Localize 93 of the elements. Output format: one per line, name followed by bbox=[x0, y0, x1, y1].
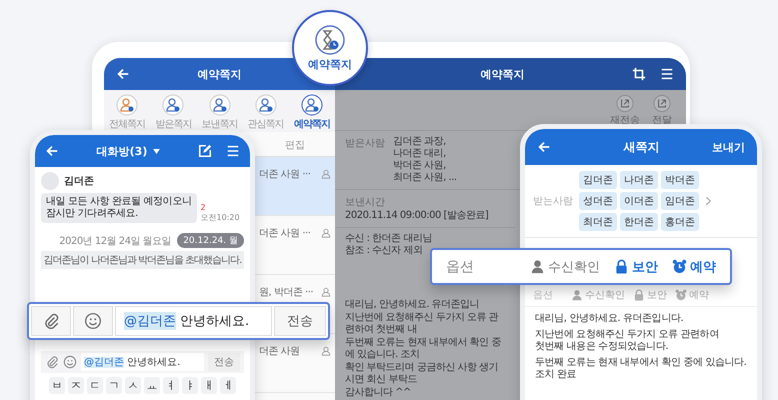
sender-name: 김더존 bbox=[64, 175, 94, 188]
keyboard-key[interactable]: ㅔ bbox=[220, 377, 236, 394]
tab[interactable]: 예약쪽지 bbox=[288, 92, 336, 130]
option-label[interactable]: 예약 bbox=[690, 258, 716, 276]
person-icon bbox=[321, 228, 331, 238]
share-icon[interactable] bbox=[652, 95, 672, 112]
row-text: 원, 박더존 ··· bbox=[259, 286, 314, 299]
row-text: 더존 사원 bbox=[259, 345, 300, 358]
recipient-chip[interactable]: 박더존 bbox=[661, 171, 699, 189]
screen-title: 새쪽지 bbox=[622, 138, 660, 156]
keyboard-key[interactable]: ㄷ bbox=[87, 377, 103, 394]
keyboard-key[interactable]: ㅈ bbox=[68, 377, 84, 394]
action-label: 전달 bbox=[652, 114, 672, 127]
body-paragraph: 두번째 오류는 현재 내부에서 확인 중에 있습니다. 조치 bbox=[345, 337, 502, 361]
screen-title: 예약쪽지 bbox=[480, 66, 526, 82]
smiley-icon bbox=[84, 312, 102, 330]
person-icon bbox=[321, 169, 331, 179]
body-paragraph: 지난번에 요청해주신 두가지 오류 관련하여 첫번째 내용은 수정되었습니다. bbox=[535, 329, 720, 353]
send-button[interactable]: 전송 bbox=[208, 353, 240, 371]
recipient-chip[interactable]: 성더존 bbox=[579, 192, 617, 210]
message-time: 오전10:20 bbox=[200, 212, 240, 223]
date-divider: 2020년 12월 24일 월요일 bbox=[59, 234, 172, 248]
send-button[interactable]: 전송 bbox=[274, 306, 326, 336]
to-line: 수신 : 한더존 대리님 bbox=[345, 233, 433, 245]
emoji-button[interactable] bbox=[73, 306, 113, 336]
body-paragraph: 대리님, 안녕하세요. 유더존입니 bbox=[345, 299, 480, 311]
unread-count: 2 bbox=[200, 203, 207, 212]
back-arrow-icon[interactable] bbox=[537, 140, 551, 154]
chat-title[interactable]: 대화방(3) bbox=[96, 144, 148, 158]
cc-line: 참조 : 수신자 제외 bbox=[345, 245, 424, 257]
keyboard-key[interactable]: ㅛ bbox=[144, 377, 160, 394]
body-paragraph: 확인 부탁드리며 궁금하신 사항 생기시면 회신 부탁드 bbox=[345, 362, 500, 386]
sent-time: 2020.11.14 09:00:00 [발송완료] bbox=[345, 210, 488, 222]
recipient-chip[interactable]: 김더존 bbox=[579, 171, 617, 189]
person-icon bbox=[162, 94, 184, 116]
options-label: 옵션 bbox=[446, 258, 474, 276]
person-icon bbox=[321, 346, 331, 356]
option-label[interactable]: 수신확인 bbox=[548, 258, 600, 276]
recipient-name: 박더존 사원, bbox=[393, 160, 447, 172]
smiley-icon[interactable] bbox=[63, 355, 77, 369]
body-paragraph: 감사합니다 ^^ bbox=[345, 387, 412, 399]
person-icon bbox=[300, 94, 323, 116]
field-label: 보낸시간 bbox=[345, 196, 385, 209]
option-label[interactable]: 보안 bbox=[632, 258, 658, 276]
back-arrow-icon[interactable] bbox=[116, 67, 130, 81]
recipient-chip[interactable]: 임더존 bbox=[661, 192, 699, 210]
attach-button[interactable] bbox=[31, 306, 71, 336]
body-paragraph: 지난번에 요청해주신 두가지 오류 관련하여 첫번째 내 bbox=[345, 312, 500, 336]
keyboard-key[interactable]: ㅑ bbox=[182, 377, 198, 394]
keyboard-key[interactable]: ㅕ bbox=[163, 377, 179, 394]
keyboard-key[interactable]: ㅂ bbox=[49, 377, 65, 394]
edit-icon[interactable] bbox=[198, 144, 212, 158]
row-text: 더존 사원 ··· bbox=[259, 227, 310, 240]
recipient-chip[interactable]: 최더존 bbox=[579, 213, 617, 231]
share-icon[interactable] bbox=[615, 95, 635, 112]
body-paragraph: 대리님, 안녕하세요. 유더존입니다. bbox=[535, 313, 684, 325]
body-paragraph: 두번째 오류는 현재 내부에서 확인 중에 있습니다. 조치 완료 bbox=[535, 357, 747, 381]
person-icon bbox=[208, 94, 230, 116]
message-input[interactable]: @김더존 안녕하세요. bbox=[115, 306, 272, 336]
field-label: 받은사람 bbox=[345, 137, 385, 151]
date-pill: 20.12.24. 월 bbox=[177, 233, 244, 248]
list-row[interactable]: 더존 사원 ··· bbox=[255, 157, 335, 216]
person-icon bbox=[116, 94, 138, 116]
message-input[interactable]: @김더존 안녕하세요. bbox=[81, 353, 204, 371]
caret-icon[interactable] bbox=[153, 148, 160, 154]
recipient-name: 나더존 대리, bbox=[393, 148, 447, 160]
menu-icon[interactable] bbox=[226, 144, 240, 158]
menu-icon[interactable] bbox=[660, 67, 674, 81]
badge-label: 예약쪽지 bbox=[308, 56, 352, 72]
system-notice: 김더존님이 나더존님과 박더존님을 초대했습니다. bbox=[41, 251, 244, 269]
options-label: 옵션 bbox=[533, 289, 553, 302]
recipient-chip[interactable]: 나더존 bbox=[620, 171, 658, 189]
crop-icon[interactable] bbox=[632, 67, 646, 81]
chevron-right-icon[interactable] bbox=[705, 196, 711, 206]
field-label: 받는사람 bbox=[533, 195, 573, 208]
screen-title: 예약쪽지 bbox=[196, 66, 242, 82]
recipient-chip[interactable]: 이더존 bbox=[620, 192, 658, 210]
back-arrow-icon[interactable] bbox=[45, 144, 59, 158]
keyboard-key[interactable]: ㅅ bbox=[125, 377, 141, 394]
recipient-chip[interactable]: 홍더존 bbox=[661, 213, 699, 231]
avatar-icon bbox=[41, 172, 59, 190]
keyboard-key[interactable]: ㄱ bbox=[106, 377, 122, 394]
person-icon bbox=[321, 287, 331, 297]
recipient-chip[interactable]: 한더존 bbox=[620, 213, 658, 231]
keyboard-key[interactable]: ㅐ bbox=[201, 377, 217, 394]
action-label: 재전송 bbox=[610, 114, 640, 127]
person-icon bbox=[254, 94, 277, 116]
paperclip-icon[interactable] bbox=[45, 355, 59, 369]
row-text: 더존 사원 ··· bbox=[259, 168, 310, 181]
send-link[interactable]: 보내기 bbox=[712, 140, 745, 154]
recipient-name: 김더존 과장, bbox=[393, 136, 447, 148]
message-bubble: 내일 모든 사항 완료될 예정이오니 잠시만 기다려주세요. bbox=[41, 193, 197, 223]
recipient-name: 최더존 사원, ... bbox=[393, 172, 457, 184]
